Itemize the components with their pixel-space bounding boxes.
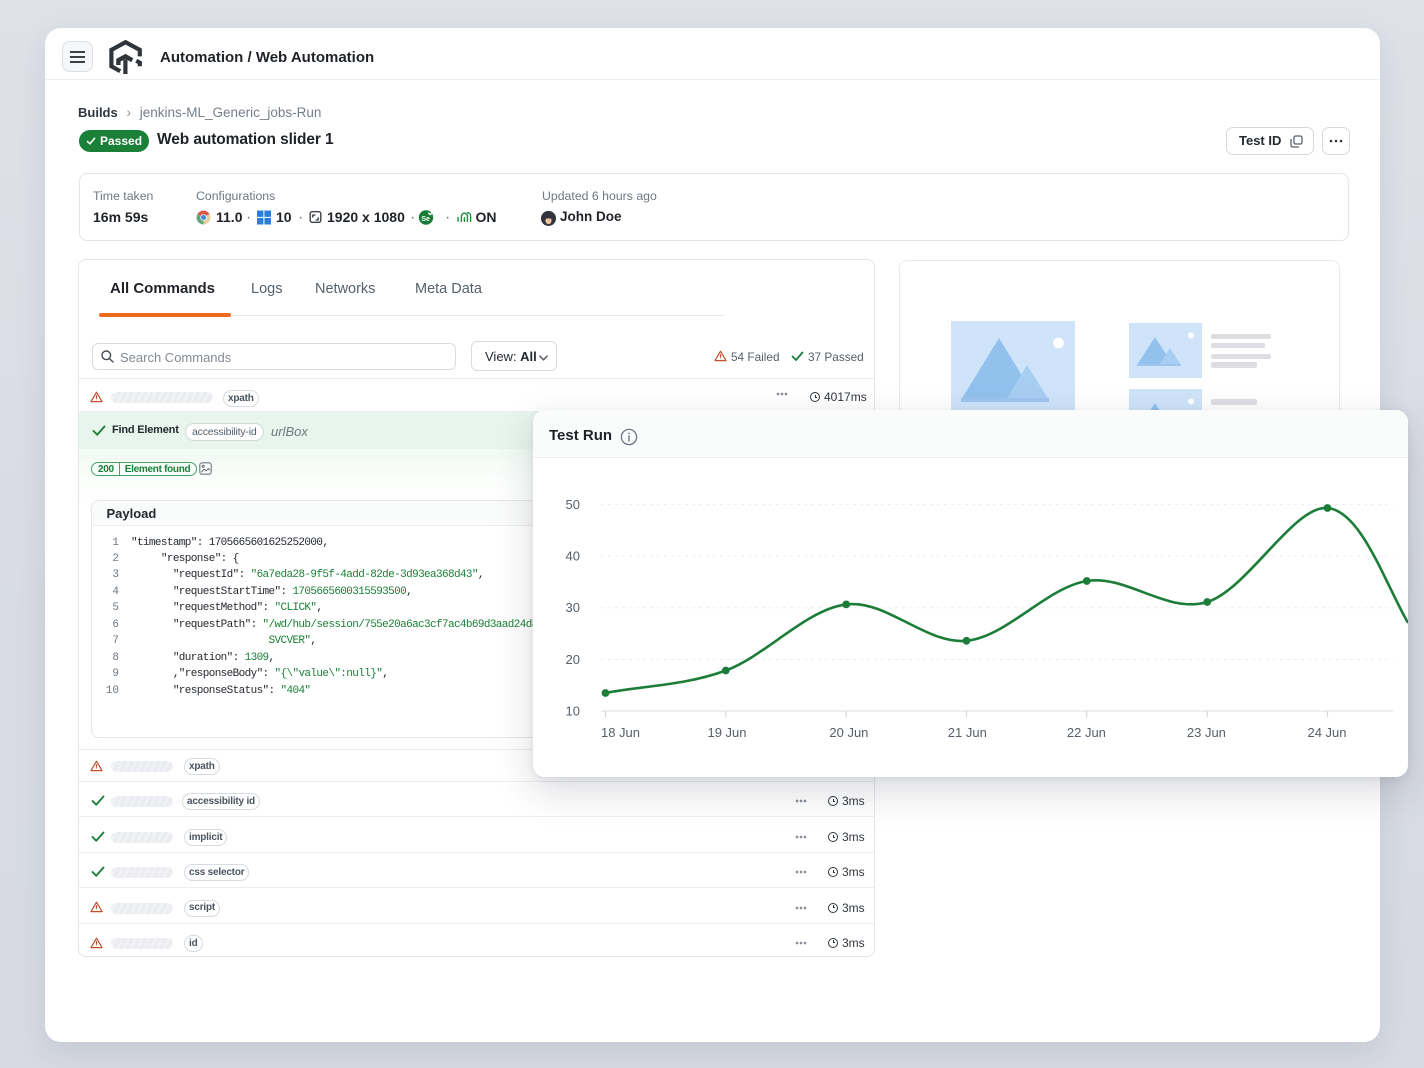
svg-text:23 Jun: 23 Jun: [1187, 725, 1226, 740]
svg-text:22 Jun: 22 Jun: [1067, 725, 1106, 740]
svg-text:21 Jun: 21 Jun: [948, 725, 987, 740]
svg-text:40: 40: [566, 549, 580, 564]
svg-text:20 Jun: 20 Jun: [829, 725, 868, 740]
svg-text:50: 50: [566, 497, 580, 512]
svg-text:10: 10: [566, 703, 580, 718]
svg-text:19 Jun: 19 Jun: [707, 725, 746, 740]
svg-text:24 Jun: 24 Jun: [1307, 725, 1346, 740]
svg-text:Se: Se: [421, 216, 430, 223]
svg-text:18 Jun: 18 Jun: [601, 725, 640, 740]
svg-text:30: 30: [566, 600, 580, 615]
svg-text:20: 20: [566, 652, 580, 667]
